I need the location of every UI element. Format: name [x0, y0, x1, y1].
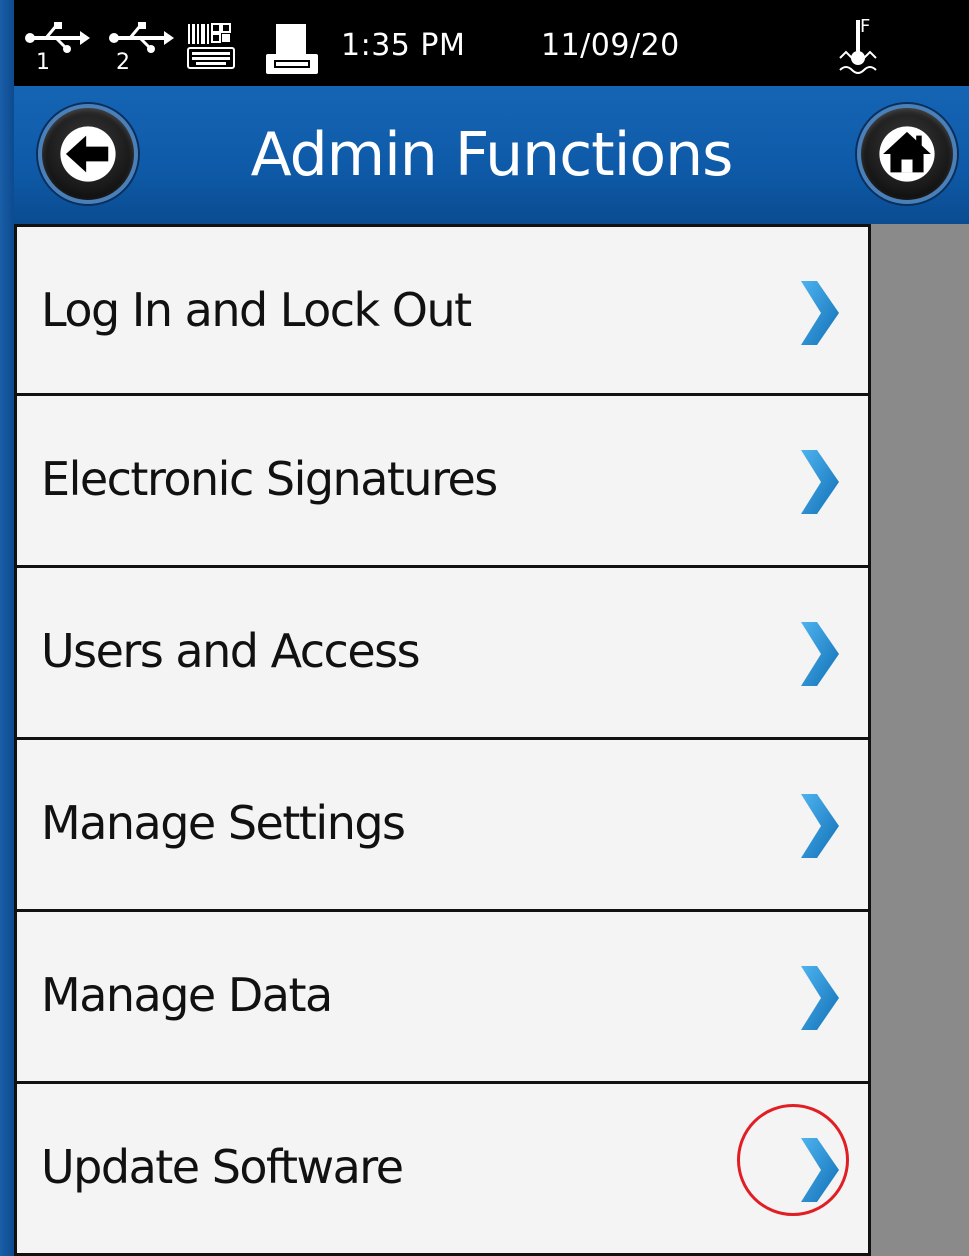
- menu-item-label: Log In and Lock Out: [41, 283, 472, 337]
- menu-item-electronic-signatures[interactable]: Electronic Signatures: [14, 396, 871, 568]
- menu-item-label: Update Software: [41, 1140, 404, 1194]
- usb2-label: 2: [116, 50, 131, 75]
- left-edge-bar: [0, 0, 14, 1256]
- barcode-keyboard-icon: [186, 22, 238, 72]
- chevron-right-icon[interactable]: [797, 790, 843, 862]
- status-bar: 1 2 1:35 PM 11/09/20 F: [14, 0, 969, 86]
- usb-icon: [22, 22, 92, 80]
- menu-item-log-in-lock-out[interactable]: Log In and Lock Out: [14, 224, 871, 396]
- home-button[interactable]: [857, 104, 957, 204]
- menu-item-label: Users and Access: [41, 624, 421, 678]
- admin-menu: Log In and Lock Out Electronic Signatures…: [14, 224, 871, 1256]
- usb1-label: 1: [36, 50, 51, 75]
- menu-item-manage-data[interactable]: Manage Data: [14, 912, 871, 1084]
- time-display: 1:35 PM: [341, 28, 466, 63]
- date-display: 11/09/20: [541, 28, 680, 63]
- menu-item-label: Manage Data: [41, 968, 333, 1022]
- menu-item-manage-settings[interactable]: Manage Settings: [14, 740, 871, 912]
- highlight-annotation: [737, 1104, 849, 1216]
- chevron-right-icon[interactable]: [797, 962, 843, 1034]
- menu-item-users-and-access[interactable]: Users and Access: [14, 568, 871, 740]
- chevron-right-icon[interactable]: [797, 446, 843, 518]
- menu-item-label: Electronic Signatures: [41, 452, 498, 506]
- page-title: Admin Functions: [250, 120, 734, 190]
- menu-item-label: Manage Settings: [41, 796, 406, 850]
- svg-text:F: F: [860, 16, 870, 37]
- chevron-right-icon[interactable]: [797, 277, 843, 349]
- printer-icon: [264, 22, 320, 78]
- home-icon: [879, 126, 935, 182]
- temperature-icon: F: [836, 14, 886, 78]
- chevron-right-icon[interactable]: [797, 618, 843, 690]
- header-bar: Admin Functions: [14, 86, 969, 224]
